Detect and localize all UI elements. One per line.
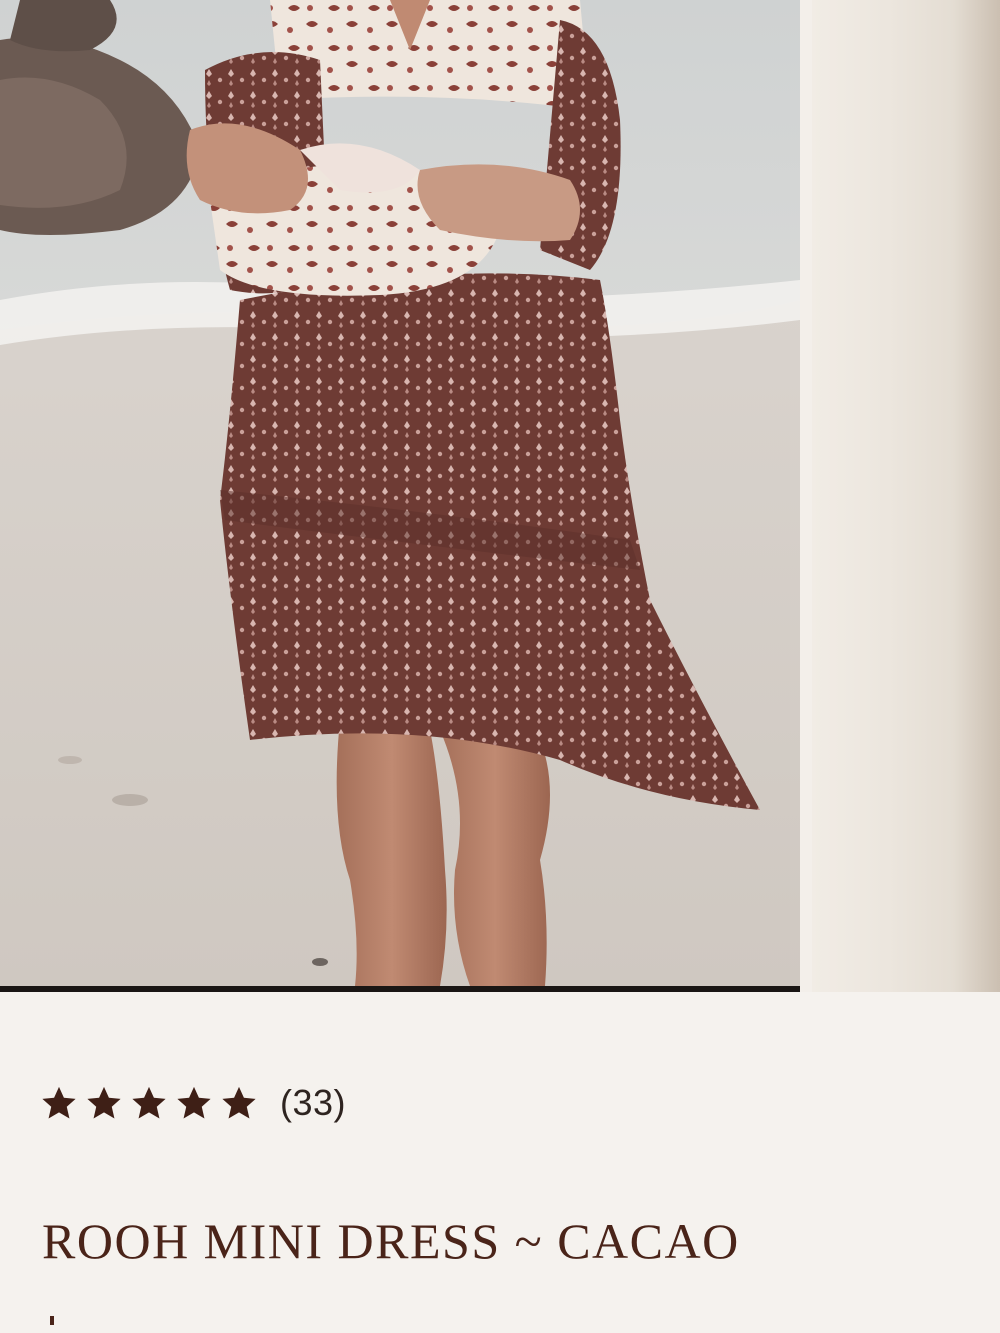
product-info: (33) ROOH MINI DRESS ~ CACAO — [0, 992, 1000, 1333]
star-icon — [42, 1086, 76, 1119]
star-rating — [40, 1084, 258, 1122]
product-title: ROOH MINI DRESS ~ CACAO — [42, 1213, 740, 1269]
star-icon — [177, 1086, 211, 1119]
star-icon — [222, 1086, 256, 1119]
next-product-image[interactable] — [812, 0, 1000, 992]
star-icon — [87, 1086, 121, 1119]
star-icon — [132, 1086, 166, 1119]
review-count[interactable]: (33) — [280, 1082, 346, 1124]
product-main-image[interactable] — [0, 0, 800, 986]
product-image-gallery[interactable] — [0, 0, 1000, 992]
price-text-cropped — [50, 1316, 54, 1325]
product-photo-illustration — [0, 0, 800, 986]
product-rating[interactable]: (33) — [40, 1082, 346, 1124]
